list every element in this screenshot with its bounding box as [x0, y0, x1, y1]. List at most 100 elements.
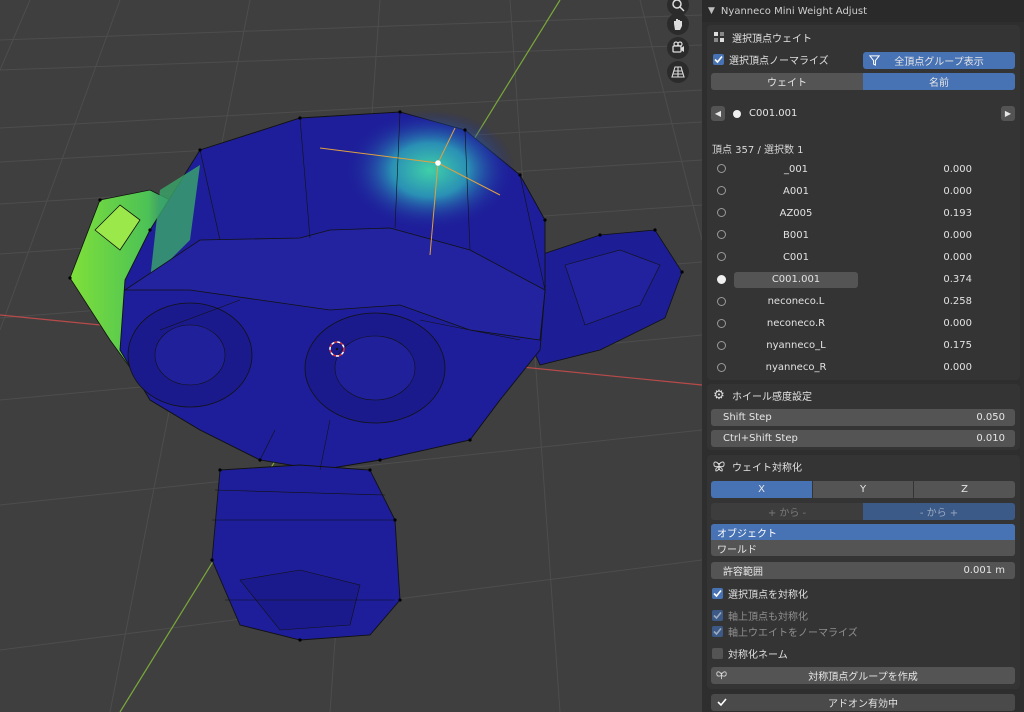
- direction-plus-to-minus-label: + から -: [767, 508, 807, 519]
- section-title[interactable]: 選択頂点ウェイト: [713, 28, 812, 46]
- ctrl-shift-step-field[interactable]: Ctrl+Shift Step 0.010: [711, 430, 1015, 447]
- tab-weight-label: ウェイト: [767, 78, 807, 89]
- vertex-group-name[interactable]: neconeco.R: [734, 316, 858, 332]
- normalize-checkbox[interactable]: 選択頂点ノーマライズ: [713, 50, 829, 68]
- addon-enabled-label: アドオン有効中: [828, 699, 898, 710]
- vertex-group-row[interactable]: _001 0.000: [707, 158, 1020, 180]
- 3d-viewport[interactable]: [0, 0, 702, 712]
- checkbox-checked-icon[interactable]: [713, 53, 724, 65]
- section-title-label: ホイール感度設定: [732, 391, 812, 403]
- vertex-group-weight[interactable]: 0.000: [912, 227, 972, 243]
- vertex-info: 頂点 357 / 選択数 1: [712, 145, 804, 156]
- camera-view-icon[interactable]: [667, 37, 689, 59]
- radio-icon[interactable]: [717, 208, 726, 218]
- direction-minus-to-plus-button[interactable]: - から +: [863, 503, 1015, 520]
- checkmark-icon: [717, 697, 727, 710]
- vertex-group-row[interactable]: C001 0.000: [707, 246, 1020, 268]
- vertex-group-weight[interactable]: 0.258: [912, 294, 972, 310]
- space-option-object[interactable]: オブジェクト: [711, 524, 1015, 540]
- ctrl-shift-step-label: Ctrl+Shift Step: [723, 433, 798, 444]
- vertex-group-weight[interactable]: 0.193: [912, 205, 972, 221]
- monkey-mesh: [68, 110, 684, 642]
- radio-icon[interactable]: [717, 296, 726, 306]
- vertex-group-name[interactable]: _001: [734, 161, 858, 177]
- radio-icon[interactable]: [717, 340, 726, 350]
- vertex-group-row[interactable]: neconeco.R 0.000: [707, 313, 1020, 335]
- space-option-world-label: ワールド: [717, 544, 757, 556]
- panel-title: Nyanneco Mini Weight Adjust: [720, 5, 868, 17]
- panel-header[interactable]: ▼ Nyanneco Mini Weight Adjust: [702, 0, 1024, 22]
- axis-y-label: Y: [859, 484, 867, 495]
- space-option-world[interactable]: ワールド: [711, 540, 1015, 556]
- section-title-label: ウェイト対称化: [732, 462, 802, 474]
- wheel-settings-section: ⚙ ホイール感度設定 Shift Step 0.050 Ctrl+Shift S…: [707, 384, 1020, 450]
- normalize-axis-checkbox[interactable]: 軸上ウエイトをノーマライズ: [712, 622, 858, 640]
- axis-z-button[interactable]: Z: [914, 481, 1015, 498]
- vertex-group-name[interactable]: nyanneco_R: [734, 360, 858, 376]
- radio-icon[interactable]: [717, 164, 726, 173]
- direction-minus-to-plus-label: - から +: [919, 508, 959, 519]
- vertex-group-row[interactable]: nyanneco_L 0.175: [707, 335, 1020, 357]
- prev-group-button[interactable]: ◀: [711, 106, 725, 121]
- symmetric-name-label: 対称化ネーム: [728, 649, 788, 661]
- direction-plus-to-minus-button[interactable]: + から -: [711, 503, 863, 520]
- normalize-axis-label: 軸上ウエイトをノーマライズ: [728, 627, 858, 639]
- vertex-group-row[interactable]: B001 0.000: [707, 224, 1020, 246]
- vertex-group-weight[interactable]: 0.175: [912, 338, 972, 354]
- filter-icon: [868, 55, 881, 69]
- group-dot-icon: [733, 110, 741, 118]
- vertex-group-name[interactable]: A001: [734, 183, 858, 199]
- tolerance-label: 許容範囲: [723, 567, 763, 578]
- ctrl-shift-step-value: 0.010: [976, 433, 1005, 444]
- vertex-group-name[interactable]: neconeco.L: [734, 294, 858, 310]
- radio-icon[interactable]: [717, 252, 726, 262]
- show-all-groups-button[interactable]: 全頂点グループ表示: [863, 52, 1015, 69]
- vertex-group-row[interactable]: A001 0.000: [707, 180, 1020, 202]
- vertex-group-weight[interactable]: 0.000: [912, 161, 972, 177]
- symmetric-name-checkbox[interactable]: 対称化ネーム: [712, 644, 788, 662]
- chevron-down-icon[interactable]: ▼: [708, 6, 715, 16]
- vertex-group-name[interactable]: AZ005: [734, 205, 858, 221]
- section-title[interactable]: ウェイト対称化: [713, 457, 802, 475]
- addon-enabled-button[interactable]: アドオン有効中: [711, 694, 1015, 711]
- radio-selected-icon[interactable]: [717, 274, 726, 284]
- vertex-group-weight[interactable]: 0.000: [912, 183, 972, 199]
- radio-icon[interactable]: [717, 362, 726, 372]
- vertex-group-weight[interactable]: 0.374: [912, 272, 972, 288]
- grid-perspective-icon[interactable]: [667, 61, 689, 83]
- checkbox-unchecked-icon[interactable]: [712, 647, 723, 659]
- vertex-group-name[interactable]: nyanneco_L: [734, 338, 858, 354]
- vertex-group-name[interactable]: C001.001: [734, 271, 858, 288]
- tab-weight[interactable]: ウェイト: [711, 73, 863, 90]
- vertex-group-row[interactable]: neconeco.L 0.258: [707, 291, 1020, 313]
- viewport-scene[interactable]: [0, 0, 702, 712]
- radio-icon[interactable]: [717, 318, 726, 328]
- shift-step-field[interactable]: Shift Step 0.050: [711, 409, 1015, 426]
- symmetrize-selected-label: 選択頂点を対称化: [728, 589, 808, 601]
- checkbox-checked-icon[interactable]: [712, 625, 723, 637]
- section-title[interactable]: ⚙ ホイール感度設定: [713, 386, 812, 404]
- shift-step-label: Shift Step: [723, 412, 772, 423]
- hand-pan-icon[interactable]: [667, 13, 689, 35]
- vertex-group-row[interactable]: AZ005 0.193: [707, 202, 1020, 224]
- checkbox-checked-icon[interactable]: [712, 587, 723, 599]
- vertex-group-row[interactable]: C001.001 0.374: [707, 269, 1020, 291]
- tab-name[interactable]: 名前: [863, 73, 1015, 90]
- axis-x-button[interactable]: X: [711, 481, 812, 498]
- axis-vertices-label: 軸上頂点も対称化: [728, 611, 808, 623]
- checkbox-checked-icon[interactable]: [712, 609, 723, 621]
- next-group-button[interactable]: ▶: [1001, 106, 1015, 121]
- vertex-group-name[interactable]: B001: [734, 227, 858, 243]
- vertex-group-weight[interactable]: 0.000: [912, 316, 972, 332]
- symmetrize-selected-checkbox[interactable]: 選択頂点を対称化: [712, 584, 808, 602]
- vertex-group-row[interactable]: nyanneco_R 0.000: [707, 357, 1020, 379]
- axis-y-button[interactable]: Y: [813, 481, 913, 498]
- radio-icon[interactable]: [717, 230, 726, 240]
- space-option-object-label: オブジェクト: [717, 528, 777, 540]
- radio-icon[interactable]: [717, 186, 726, 196]
- vertex-group-weight[interactable]: 0.000: [912, 360, 972, 376]
- vertex-group-name[interactable]: C001: [734, 249, 858, 265]
- create-symmetric-groups-button[interactable]: 対称頂点グループを作成: [711, 667, 1015, 684]
- tolerance-field[interactable]: 許容範囲 0.001 m: [711, 562, 1015, 579]
- vertex-group-weight[interactable]: 0.000: [912, 249, 972, 265]
